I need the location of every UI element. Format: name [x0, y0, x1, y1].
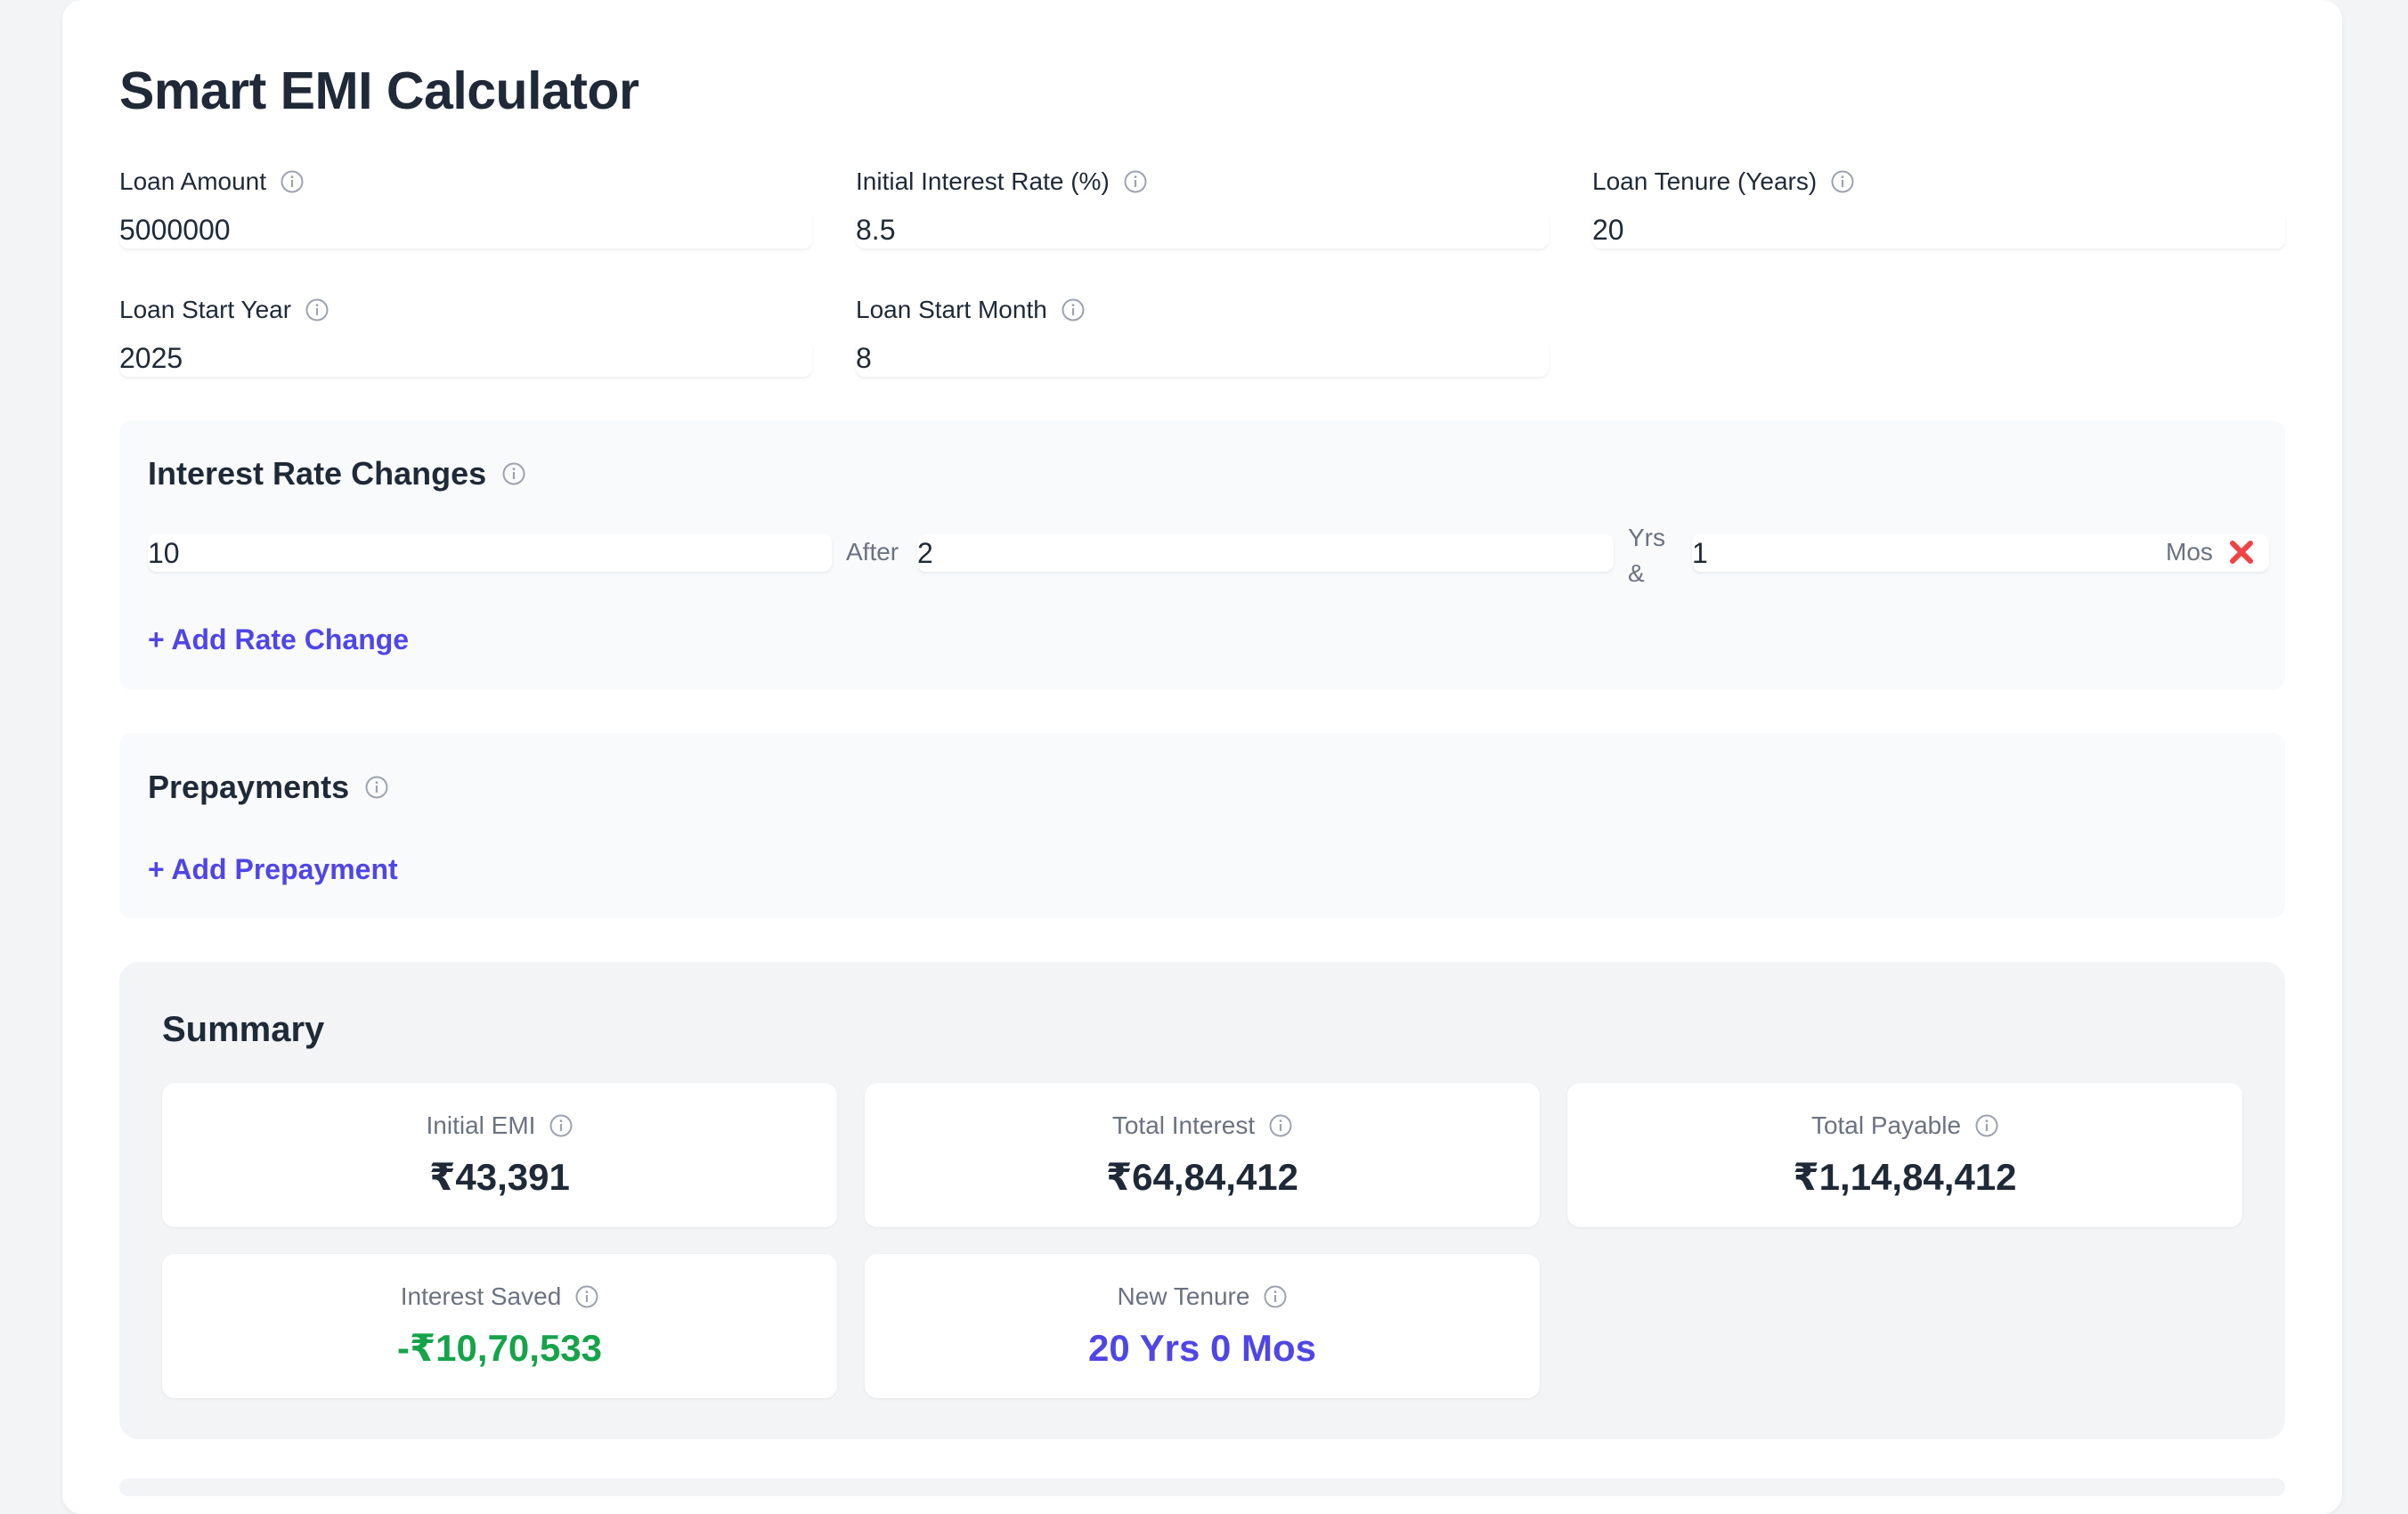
info-icon[interactable]	[365, 776, 388, 799]
start-month-label-text: Loan Start Month	[856, 296, 1047, 323]
add-rate-change-button[interactable]: + Add Rate Change	[148, 622, 409, 657]
new-tenure-value: 20 Yrs 0 Mos	[1087, 1327, 1317, 1369]
next-section-edge	[119, 1478, 2285, 1496]
prepayments-title: Prepayments	[148, 768, 388, 807]
info-icon[interactable]	[1831, 170, 1854, 193]
info-icon[interactable]	[1062, 298, 1085, 322]
total-interest-label-text: Total Interest	[1111, 1111, 1256, 1139]
summary-title: Summary	[162, 1010, 325, 1049]
close-x-icon	[2230, 541, 2253, 564]
initial-emi-label-text: Initial EMI	[426, 1111, 536, 1139]
ampersand-label: &	[1628, 559, 1645, 587]
start-year-label: Loan Start Year	[119, 294, 329, 326]
yrs-and-label: Yrs &	[1628, 520, 1672, 591]
info-icon[interactable]	[1124, 170, 1147, 193]
interest-saved-card: Interest Saved -₹10,70,533	[162, 1254, 837, 1398]
interest-saved-label-text: Interest Saved	[400, 1282, 562, 1310]
summary-section: Summary Initial EMI ₹43,391 Total Intere…	[119, 962, 2285, 1439]
total-interest-value: ₹64,84,412	[1105, 1156, 1299, 1198]
initial-emi-label: Initial EMI	[162, 1110, 837, 1142]
yrs-label: Yrs	[1628, 524, 1665, 551]
rate-change-rate-input[interactable]	[148, 534, 832, 572]
mos-label: Mos	[2166, 538, 2213, 566]
total-interest-card: Total Interest ₹64,84,412	[865, 1083, 1540, 1227]
info-icon[interactable]	[281, 170, 304, 193]
interest-rate-changes-title: Interest Rate Changes	[148, 454, 525, 493]
info-icon[interactable]	[1264, 1285, 1287, 1308]
info-icon[interactable]	[305, 298, 329, 322]
loan-amount-input[interactable]	[119, 211, 812, 248]
tenure-input[interactable]	[1592, 211, 2285, 248]
info-icon[interactable]	[575, 1285, 598, 1308]
initial-rate-label: Initial Interest Rate (%)	[856, 166, 1147, 198]
total-payable-label-text: Total Payable	[1810, 1111, 1962, 1139]
interest-saved-label: Interest Saved	[162, 1281, 837, 1313]
new-tenure-label-text: New Tenure	[1117, 1282, 1250, 1310]
interest-rate-changes-title-text: Interest Rate Changes	[148, 455, 487, 492]
add-prepayment-button[interactable]: + Add Prepayment	[148, 851, 398, 887]
new-tenure-card: New Tenure 20 Yrs 0 Mos	[865, 1254, 1540, 1398]
total-payable-value: ₹1,14,84,412	[1793, 1156, 2017, 1198]
prepayments-title-text: Prepayments	[148, 769, 350, 805]
info-icon[interactable]	[1975, 1114, 1998, 1137]
initial-emi-value: ₹43,391	[429, 1156, 570, 1198]
info-icon[interactable]	[502, 462, 525, 485]
prepayments-panel: Prepayments + Add Prepayment	[119, 733, 2285, 918]
new-tenure-label: New Tenure	[865, 1281, 1540, 1313]
initial-emi-card: Initial EMI ₹43,391	[162, 1083, 837, 1227]
total-payable-card: Total Payable ₹1,14,84,412	[1567, 1083, 2242, 1227]
after-label: After	[846, 538, 899, 566]
info-icon[interactable]	[1269, 1114, 1292, 1137]
loan-amount-label-text: Loan Amount	[119, 167, 267, 195]
start-month-input[interactable]	[856, 339, 1549, 377]
tenure-label: Loan Tenure (Years)	[1592, 166, 1854, 198]
start-year-input[interactable]	[119, 339, 812, 377]
page-title: Smart EMI Calculator	[119, 61, 639, 120]
remove-rate-change-button[interactable]	[2226, 537, 2257, 567]
start-year-label-text: Loan Start Year	[119, 296, 292, 323]
start-month-label: Loan Start Month	[856, 294, 1085, 326]
loan-amount-label: Loan Amount	[119, 166, 304, 198]
initial-rate-label-text: Initial Interest Rate (%)	[856, 167, 1110, 195]
total-payable-label: Total Payable	[1567, 1110, 2242, 1142]
interest-rate-changes-panel: Interest Rate Changes After Yrs & Mos + A…	[119, 420, 2285, 690]
initial-rate-input[interactable]	[856, 211, 1549, 248]
rate-change-years-input[interactable]	[917, 534, 1614, 572]
tenure-label-text: Loan Tenure (Years)	[1592, 167, 1818, 195]
info-icon[interactable]	[549, 1114, 573, 1137]
interest-saved-value: -₹10,70,533	[396, 1327, 603, 1369]
total-interest-label: Total Interest	[865, 1110, 1540, 1142]
